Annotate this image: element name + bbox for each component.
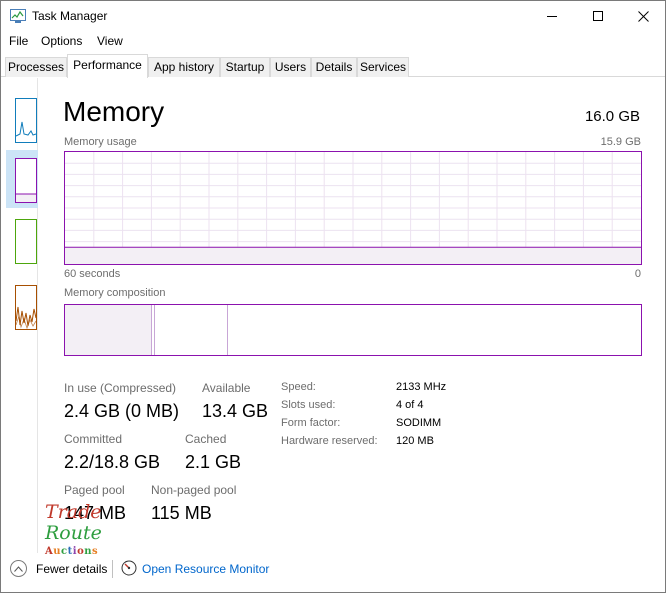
composition-in-use-segment xyxy=(65,305,152,355)
available-label: Available xyxy=(202,381,251,395)
menu-view[interactable]: View xyxy=(97,34,123,48)
composition-standby-divider xyxy=(227,305,228,355)
usage-area xyxy=(65,247,641,264)
graph-time-end: 0 xyxy=(634,268,641,280)
cached-value: 2.1 GB xyxy=(185,452,242,472)
fewer-details-link[interactable]: Fewer details xyxy=(36,562,107,576)
footer-bar: Fewer details Open Resource Monitor xyxy=(1,554,665,592)
window-title: Task Manager xyxy=(32,9,108,23)
tab-performance[interactable]: Performance xyxy=(67,54,148,78)
graph-time-span: 60 seconds xyxy=(64,268,121,280)
paged-pool-label: Paged pool xyxy=(64,483,125,497)
in-use-label: In use (Compressed) xyxy=(64,381,177,395)
committed-value: 2.2/18.8 GB xyxy=(64,452,161,472)
sidebar-item-ethernet[interactable] xyxy=(15,285,37,330)
fewer-details-button[interactable] xyxy=(10,560,27,577)
close-icon xyxy=(637,11,649,22)
footer-separator xyxy=(112,560,113,578)
memory-usage-max: 15.9 GB xyxy=(600,136,641,148)
hardware-reserved-label: Hardware reserved: xyxy=(281,435,378,447)
hardware-reserved-value: 120 MB xyxy=(396,435,434,447)
non-paged-pool-label: Non-paged pool xyxy=(151,483,237,497)
composition-modified-divider xyxy=(154,305,155,355)
resource-monitor-icon[interactable] xyxy=(121,560,137,576)
maximize-button[interactable] xyxy=(575,1,621,32)
chevron-up-icon xyxy=(14,565,23,572)
form-factor-label: Form factor: xyxy=(281,417,341,429)
tab-processes[interactable]: Processes xyxy=(5,57,67,77)
watermark-line-2: Route xyxy=(45,522,102,544)
menu-options[interactable]: Options xyxy=(41,34,82,48)
tab-details[interactable]: Details xyxy=(311,57,357,77)
speed-value: 2133 MHz xyxy=(396,381,447,393)
total-memory: 16.0 GB xyxy=(584,108,640,125)
non-paged-pool-value: 115 MB xyxy=(151,503,212,523)
memory-usage-graph xyxy=(64,151,642,265)
task-manager-window: Task Manager File Options View Processes… xyxy=(0,0,666,593)
tab-services[interactable]: Services xyxy=(357,57,409,77)
task-manager-icon xyxy=(10,9,26,23)
watermark-line-1: Trade xyxy=(45,501,102,523)
memory-usage-gridlines xyxy=(65,152,641,264)
menu-bar: File Options View xyxy=(1,32,665,52)
minimize-icon xyxy=(546,16,557,17)
tab-bar: Processes Performance App history Startu… xyxy=(1,54,665,78)
memory-composition-bar xyxy=(64,304,642,356)
sidebar-item-disk[interactable] xyxy=(15,219,37,264)
memory-usage-label: Memory usage xyxy=(64,136,137,148)
sidebar-item-cpu[interactable] xyxy=(15,98,37,143)
available-value: 13.4 GB xyxy=(202,401,269,421)
menu-file[interactable]: File xyxy=(9,34,28,48)
speed-label: Speed: xyxy=(281,381,316,393)
title-bar[interactable]: Task Manager xyxy=(1,1,665,32)
slots-used-value: 4 of 4 xyxy=(396,399,424,411)
tab-app-history[interactable]: App history xyxy=(148,57,220,77)
open-resource-monitor-link[interactable]: Open Resource Monitor xyxy=(142,562,269,576)
memory-composition-label: Memory composition xyxy=(64,287,166,299)
slots-used-label: Slots used: xyxy=(281,399,336,411)
sidebar-item-memory[interactable] xyxy=(15,158,37,203)
cached-label: Cached xyxy=(185,432,227,446)
page-title: Memory xyxy=(63,96,165,127)
tab-startup[interactable]: Startup xyxy=(220,57,270,77)
minimize-button[interactable] xyxy=(529,1,575,32)
committed-label: Committed xyxy=(64,432,123,446)
maximize-icon xyxy=(592,11,603,21)
form-factor-value: SODIMM xyxy=(396,417,442,429)
close-button[interactable] xyxy=(620,1,666,32)
tab-users[interactable]: Users xyxy=(270,57,311,77)
in-use-value: 2.4 GB (0 MB) xyxy=(64,401,180,421)
performance-sidebar xyxy=(1,78,38,553)
